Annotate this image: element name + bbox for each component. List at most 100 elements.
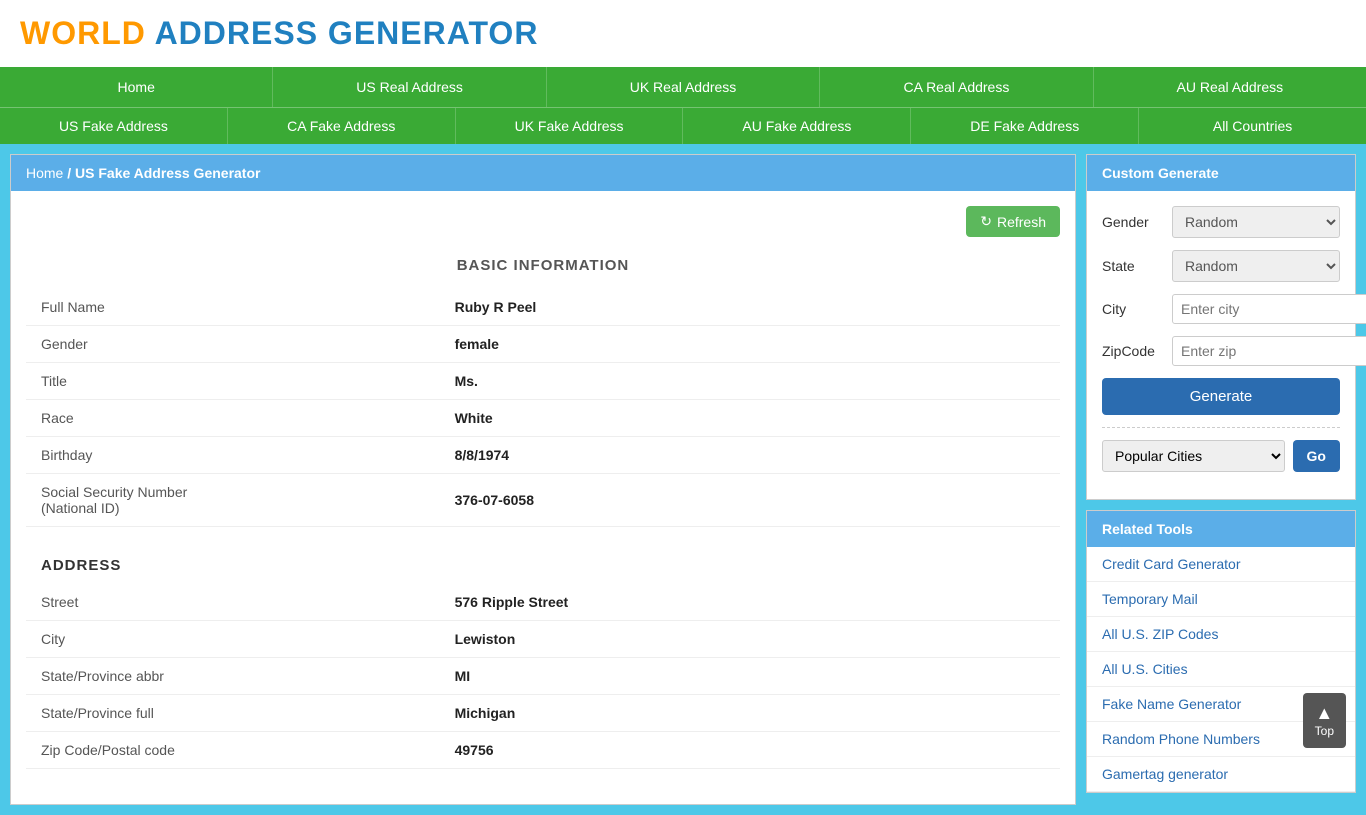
- divider: [1102, 427, 1340, 428]
- nav-ca-fake[interactable]: CA Fake Address: [228, 108, 456, 144]
- custom-generate-body: Gender Random Male Female State Random C…: [1087, 191, 1355, 499]
- nav-ca-real[interactable]: CA Real Address: [820, 67, 1093, 107]
- site-header: WORLD ADDRESS GENERATOR: [0, 0, 1366, 67]
- table-row: Title Ms.: [26, 363, 1060, 400]
- value-zip: 49756: [440, 732, 1060, 769]
- city-input[interactable]: [1172, 294, 1366, 324]
- address-table: Street 576 Ripple Street City Lewiston S…: [26, 584, 1060, 769]
- custom-generate-box: Custom Generate Gender Random Male Femal…: [1086, 154, 1356, 500]
- breadcrumb: Home / US Fake Address Generator: [11, 155, 1075, 191]
- label-gender: Gender: [26, 326, 440, 363]
- nav-home[interactable]: Home: [0, 67, 273, 107]
- table-row: Zip Code/Postal code 49756: [26, 732, 1060, 769]
- custom-generate-title: Custom Generate: [1087, 155, 1355, 191]
- table-row: City Lewiston: [26, 621, 1060, 658]
- nav-au-fake[interactable]: AU Fake Address: [683, 108, 911, 144]
- state-select[interactable]: Random: [1172, 250, 1340, 282]
- nav-au-real[interactable]: AU Real Address: [1094, 67, 1366, 107]
- state-row: State Random: [1102, 250, 1340, 282]
- tool-credit-card[interactable]: Credit Card Generator: [1087, 547, 1355, 582]
- label-street: Street: [26, 584, 440, 621]
- back-to-top-button[interactable]: ▲ Top: [1303, 693, 1346, 748]
- back-to-top-label: Top: [1315, 724, 1334, 738]
- basic-info-table: Full Name Ruby R Peel Gender female Titl…: [26, 289, 1060, 527]
- table-row: Race White: [26, 400, 1060, 437]
- value-race: White: [440, 400, 1060, 437]
- secondary-nav: US Fake Address CA Fake Address UK Fake …: [0, 107, 1366, 144]
- value-city: Lewiston: [440, 621, 1060, 658]
- table-row: State/Province abbr MI: [26, 658, 1060, 695]
- refresh-button[interactable]: ↻ Refresh: [966, 206, 1060, 237]
- content-area: ↻ Refresh BASIC INFORMATION Full Name Ru…: [11, 191, 1075, 804]
- table-row: Birthday 8/8/1974: [26, 437, 1060, 474]
- breadcrumb-current: US Fake Address Generator: [75, 165, 260, 181]
- value-ssn: 376-07-6058: [440, 474, 1060, 527]
- related-tools-title: Related Tools: [1087, 511, 1355, 547]
- label-title: Title: [26, 363, 440, 400]
- label-race: Race: [26, 400, 440, 437]
- city-row: City: [1102, 294, 1340, 324]
- title-address: ADDRESS: [146, 15, 318, 51]
- page-wrapper: Home / US Fake Address Generator ↻ Refre…: [0, 144, 1366, 815]
- table-row: Social Security Number(National ID) 376-…: [26, 474, 1060, 527]
- up-arrow-icon: ▲: [1315, 703, 1334, 724]
- breadcrumb-home[interactable]: Home: [26, 165, 63, 181]
- tool-zip-codes[interactable]: All U.S. ZIP Codes: [1087, 617, 1355, 652]
- site-title: WORLD ADDRESS GENERATOR: [20, 15, 1346, 52]
- gender-label: Gender: [1102, 214, 1172, 230]
- table-row: Street 576 Ripple Street: [26, 584, 1060, 621]
- tool-temp-mail[interactable]: Temporary Mail: [1087, 582, 1355, 617]
- list-item: Gamertag generator: [1087, 757, 1355, 792]
- nav-us-real[interactable]: US Real Address: [273, 67, 546, 107]
- label-ssn: Social Security Number(National ID): [26, 474, 440, 527]
- nav-uk-fake[interactable]: UK Fake Address: [456, 108, 684, 144]
- related-tools-list: Credit Card Generator Temporary Mail All…: [1087, 547, 1355, 792]
- breadcrumb-separator: /: [67, 165, 71, 181]
- generate-button[interactable]: Generate: [1102, 378, 1340, 415]
- label-state-full: State/Province full: [26, 695, 440, 732]
- title-generator: GENERATOR: [318, 15, 538, 51]
- nav-uk-real[interactable]: UK Real Address: [547, 67, 820, 107]
- gender-row: Gender Random Male Female: [1102, 206, 1340, 238]
- gender-select[interactable]: Random Male Female: [1172, 206, 1340, 238]
- table-row: Gender female: [26, 326, 1060, 363]
- title-world: WORLD: [20, 15, 146, 51]
- zip-label: ZipCode: [1102, 343, 1172, 359]
- label-city: City: [26, 621, 440, 658]
- refresh-row: ↻ Refresh: [26, 206, 1060, 237]
- popular-cities-select[interactable]: Popular Cities: [1102, 440, 1285, 472]
- address-section-title: ADDRESS: [26, 547, 1060, 584]
- nav-de-fake[interactable]: DE Fake Address: [911, 108, 1139, 144]
- label-zip: Zip Code/Postal code: [26, 732, 440, 769]
- nav-all-countries[interactable]: All Countries: [1139, 108, 1366, 144]
- list-item: Credit Card Generator: [1087, 547, 1355, 582]
- state-label: State: [1102, 258, 1172, 274]
- table-row: Full Name Ruby R Peel: [26, 289, 1060, 326]
- tool-gamertag[interactable]: Gamertag generator: [1087, 757, 1355, 792]
- popular-cities-row: Popular Cities Go: [1102, 440, 1340, 472]
- zip-input[interactable]: [1172, 336, 1366, 366]
- value-full-name: Ruby R Peel: [440, 289, 1060, 326]
- label-state-abbr: State/Province abbr: [26, 658, 440, 695]
- label-full-name: Full Name: [26, 289, 440, 326]
- nav-us-fake[interactable]: US Fake Address: [0, 108, 228, 144]
- list-item: All U.S. Cities: [1087, 652, 1355, 687]
- go-button[interactable]: Go: [1293, 440, 1340, 472]
- value-state-full: Michigan: [440, 695, 1060, 732]
- city-label: City: [1102, 301, 1172, 317]
- basic-info-title: BASIC INFORMATION: [26, 257, 1060, 274]
- list-item: All U.S. ZIP Codes: [1087, 617, 1355, 652]
- table-row: State/Province full Michigan: [26, 695, 1060, 732]
- label-birthday: Birthday: [26, 437, 440, 474]
- value-gender: female: [440, 326, 1060, 363]
- primary-nav: Home US Real Address UK Real Address CA …: [0, 67, 1366, 107]
- main-content: Home / US Fake Address Generator ↻ Refre…: [10, 154, 1076, 805]
- zip-row: ZipCode: [1102, 336, 1340, 366]
- list-item: Temporary Mail: [1087, 582, 1355, 617]
- value-state-abbr: MI: [440, 658, 1060, 695]
- refresh-icon: ↻: [980, 213, 992, 230]
- tool-us-cities[interactable]: All U.S. Cities: [1087, 652, 1355, 687]
- related-tools-box: Related Tools Credit Card Generator Temp…: [1086, 510, 1356, 793]
- value-birthday: 8/8/1974: [440, 437, 1060, 474]
- value-title: Ms.: [440, 363, 1060, 400]
